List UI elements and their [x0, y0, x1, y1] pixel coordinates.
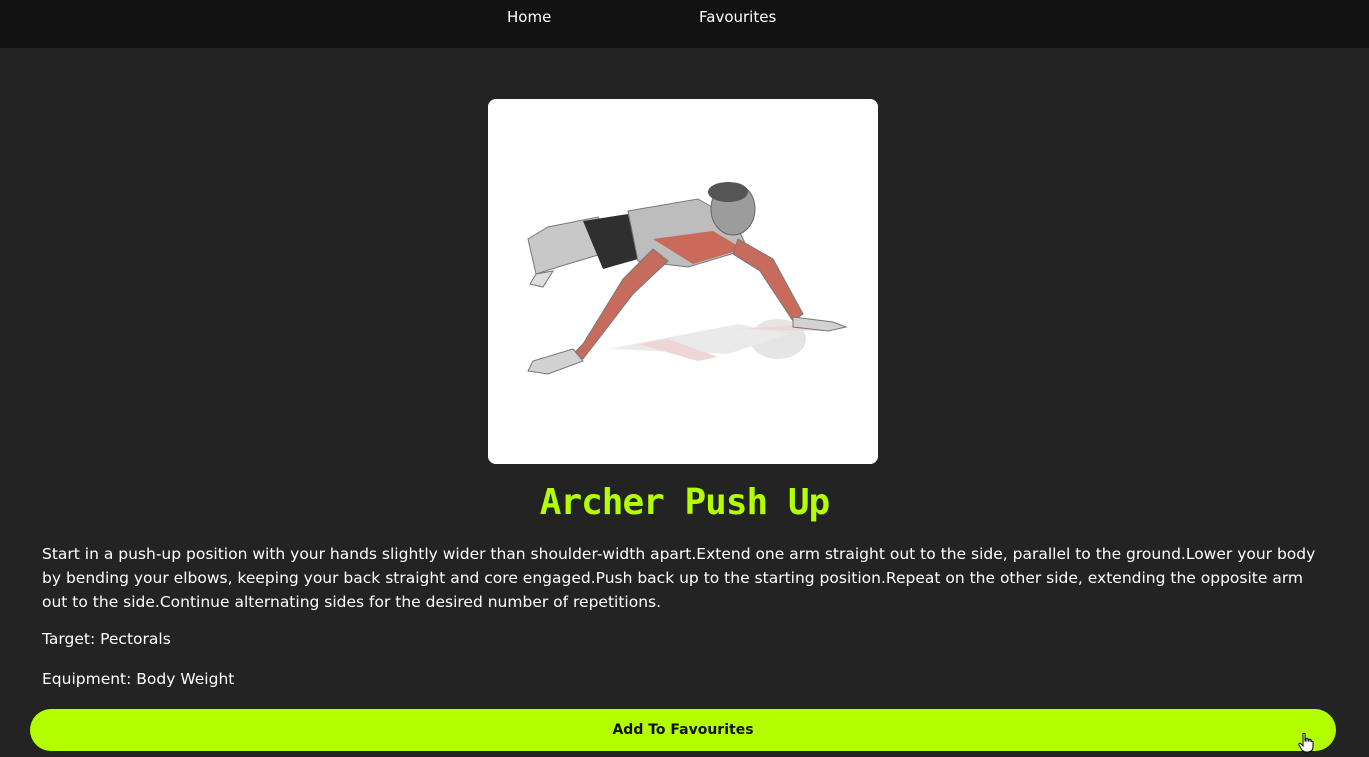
- nav-link-favourites[interactable]: Favourites: [699, 8, 776, 26]
- exercise-description: Start in a push-up position with your ha…: [42, 545, 1316, 611]
- top-navbar: Home Favourites: [0, 0, 1369, 48]
- exercise-illustration: [488, 99, 878, 464]
- exercise-target: Target: Pectorals: [42, 630, 171, 648]
- exercise-title: Archer Push Up: [539, 482, 830, 523]
- exercise-equipment: Equipment: Body Weight: [42, 670, 235, 688]
- add-to-favourites-button[interactable]: Add To Favourites: [30, 709, 1336, 751]
- hand-pointer-icon: [1298, 733, 1314, 753]
- nav-link-home[interactable]: Home: [507, 8, 551, 26]
- exercise-image: [488, 99, 878, 464]
